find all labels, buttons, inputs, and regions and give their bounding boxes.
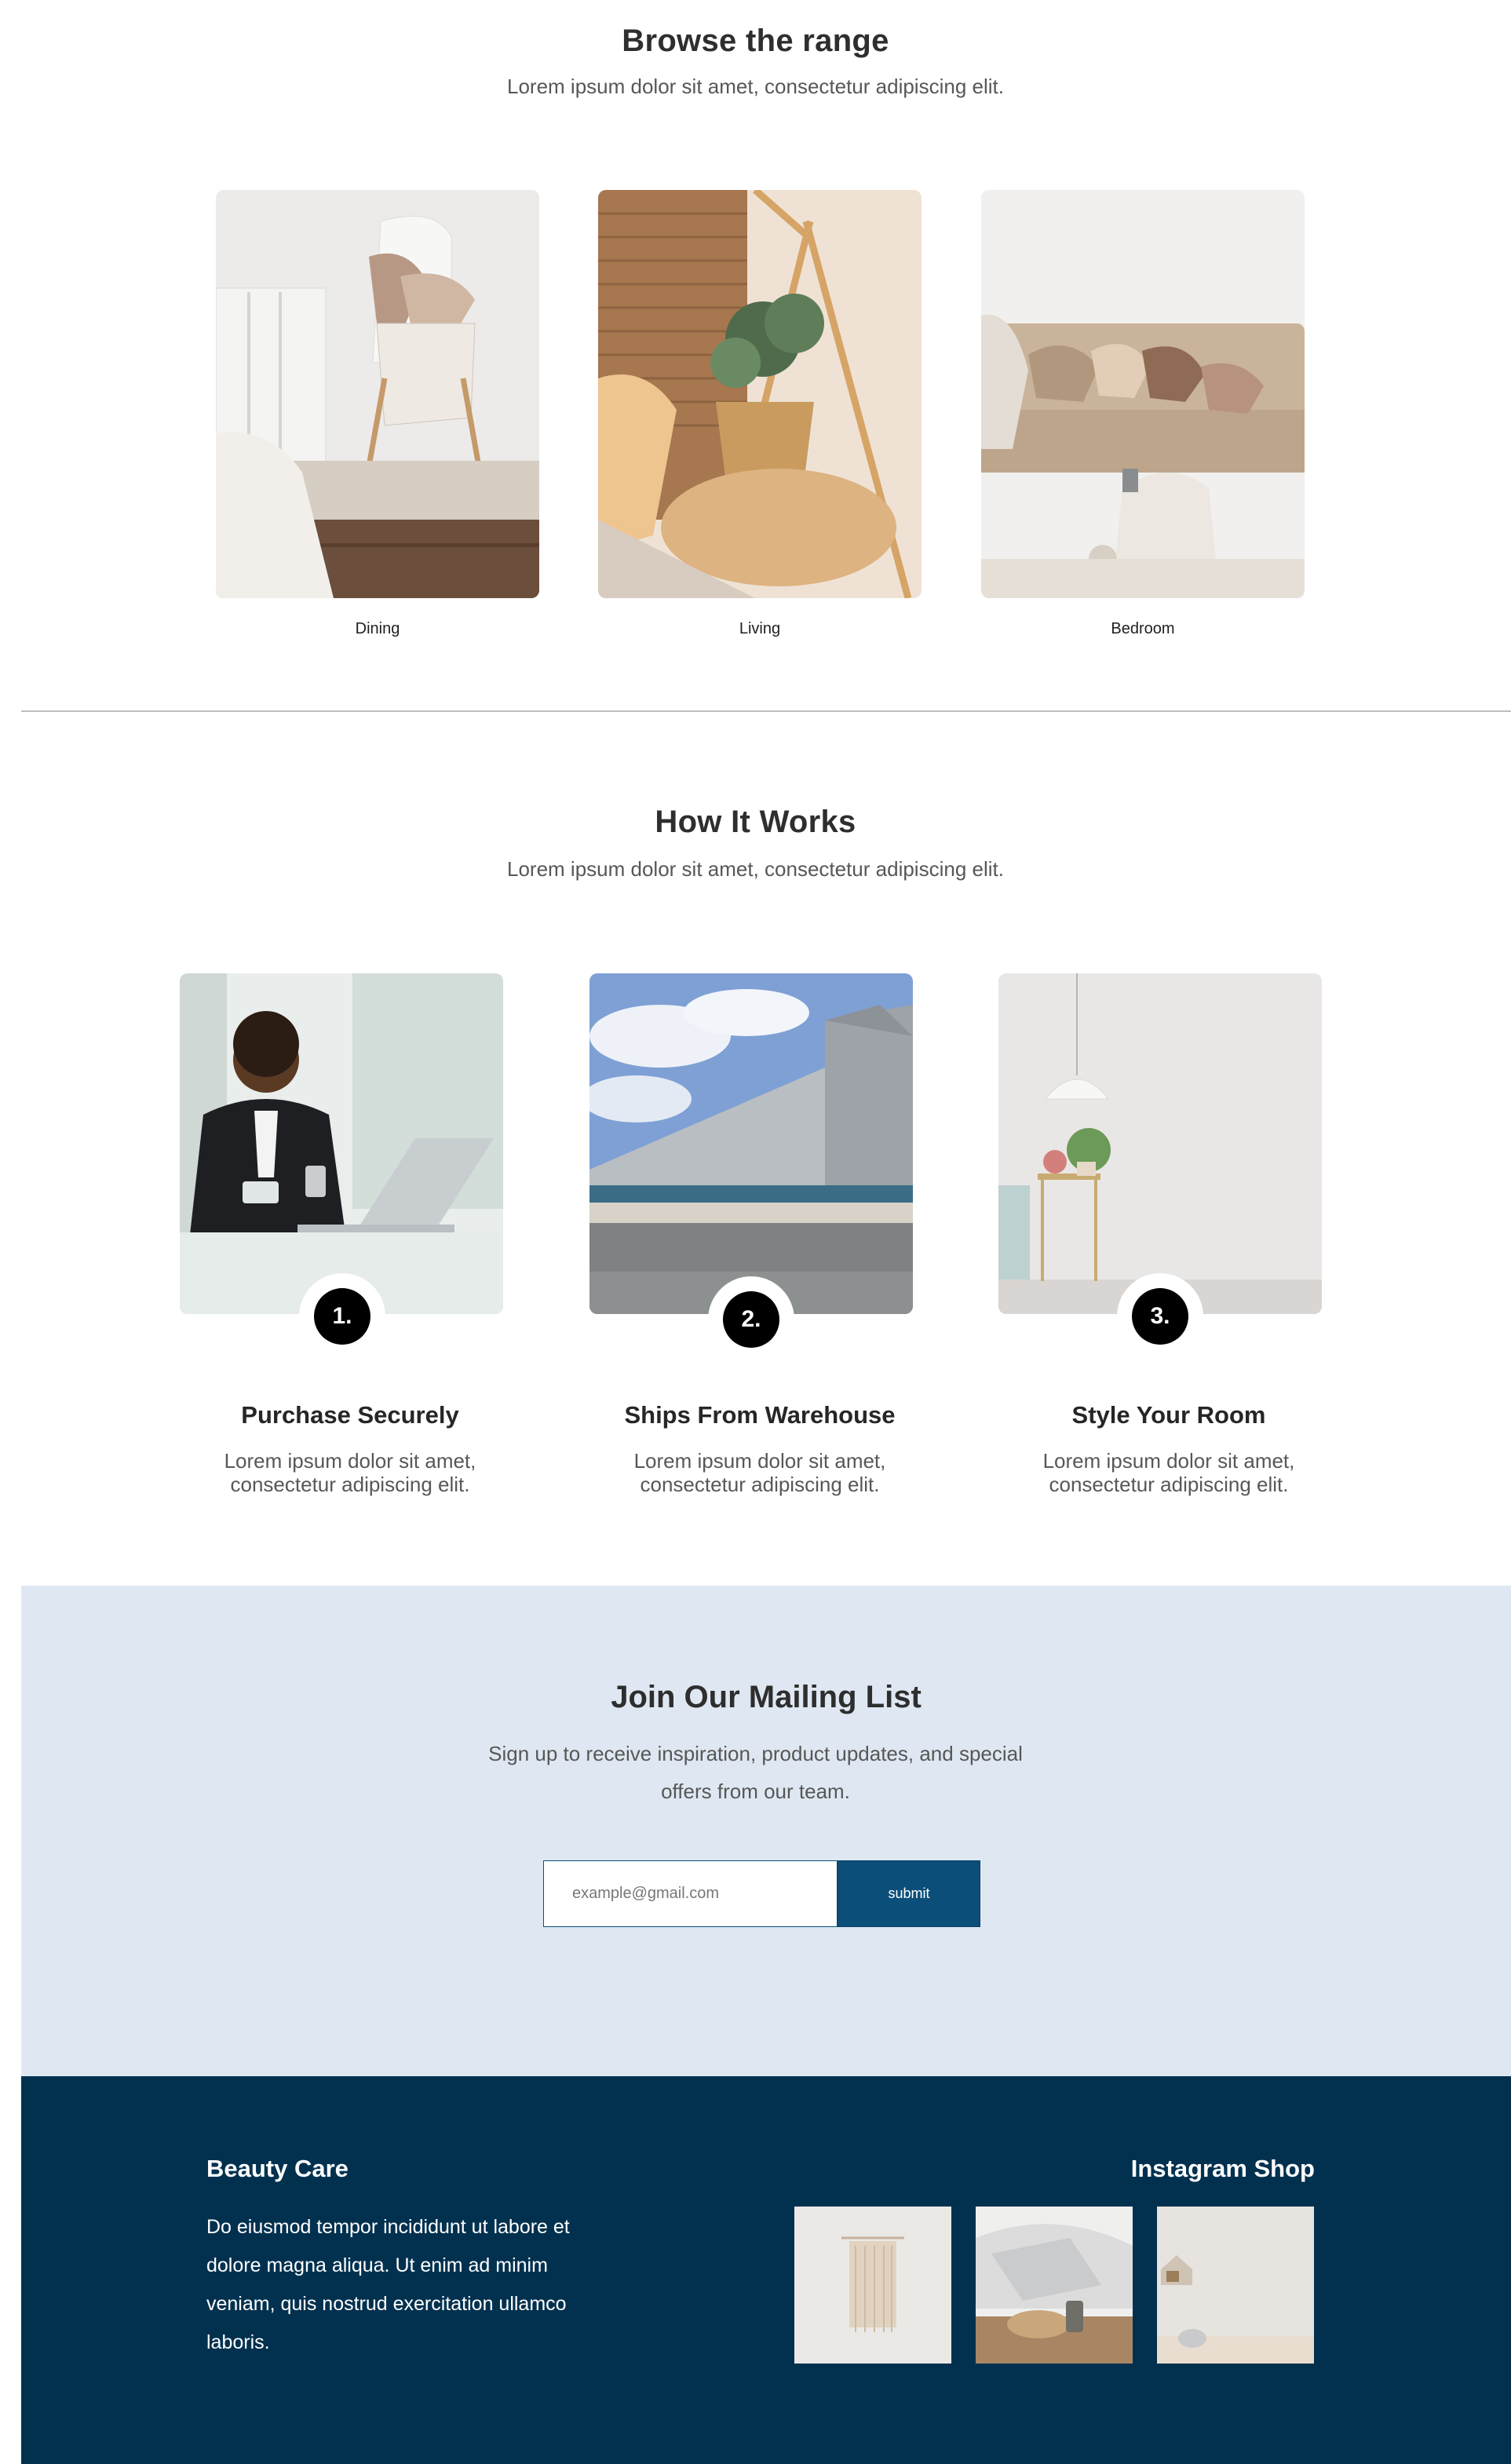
step-1-title: Purchase Securely (241, 1401, 459, 1429)
warehouse-image (589, 973, 913, 1314)
browse-title: Browse the range (622, 24, 889, 58)
step-3-text: Lorem ipsum dolor sit amet, consectetur … (1042, 1449, 1295, 1496)
range-label-living[interactable]: Living (598, 620, 922, 638)
macrame-image (794, 2207, 951, 2364)
instagram-title: Instagram Shop (1130, 2155, 1315, 2182)
step-2-card (589, 973, 913, 1314)
range-card-dining[interactable] (216, 190, 539, 598)
step-1-number: 1. (314, 1288, 370, 1345)
range-card-living[interactable] (598, 190, 922, 598)
bedroom-image (981, 190, 1305, 598)
step-2-title: Ships From Warehouse (624, 1401, 896, 1429)
step-1-badge-ring: 1. (299, 1273, 385, 1360)
step-3-number: 3. (1132, 1288, 1188, 1345)
instagram-thumb-1[interactable] (794, 2207, 951, 2364)
step-2-badge-ring: 2. (708, 1276, 794, 1363)
step-1-card (180, 973, 503, 1314)
purchase-image (180, 973, 503, 1314)
section-divider (21, 710, 1511, 712)
email-input[interactable] (543, 1860, 838, 1927)
range-label-bedroom[interactable]: Bedroom (981, 620, 1305, 638)
instagram-thumb-2[interactable] (976, 2207, 1133, 2364)
footer: Beauty Care Do eiusmod tempor incididunt… (21, 2076, 1511, 2464)
range-card-bedroom[interactable] (981, 190, 1305, 598)
kids-room-image (1157, 2207, 1314, 2364)
mailing-section: Join Our Mailing List Sign up to receive… (21, 1586, 1511, 2076)
submit-button[interactable]: submit (838, 1860, 980, 1927)
step-3-title: Style Your Room (1071, 1401, 1266, 1429)
step-1-text: Lorem ipsum dolor sit amet, consectetur … (224, 1449, 476, 1496)
step-3-badge-ring: 3. (1117, 1273, 1203, 1360)
mailing-text: Sign up to receive inspiration, product … (488, 1742, 1023, 1803)
instagram-thumb-3[interactable] (1157, 2207, 1314, 2364)
footer-text: Do eiusmod tempor incididunt ut labore e… (206, 2216, 570, 2353)
mailing-title: Join Our Mailing List (611, 1680, 922, 1714)
how-subtitle: Lorem ipsum dolor sit amet, consectetur … (507, 857, 1004, 881)
living-image (598, 190, 922, 598)
step-3-card (998, 973, 1322, 1314)
browse-subtitle: Lorem ipsum dolor sit amet, consectetur … (507, 75, 1004, 98)
step-2-text: Lorem ipsum dolor sit amet, consectetur … (633, 1449, 886, 1496)
dining-image (216, 190, 539, 598)
range-label-dining[interactable]: Dining (216, 620, 539, 638)
footer-brand: Beauty Care (206, 2155, 349, 2182)
style-room-image (998, 973, 1322, 1314)
bedding-image (976, 2207, 1133, 2364)
step-2-number: 2. (723, 1291, 779, 1348)
how-title: How It Works (655, 805, 856, 839)
